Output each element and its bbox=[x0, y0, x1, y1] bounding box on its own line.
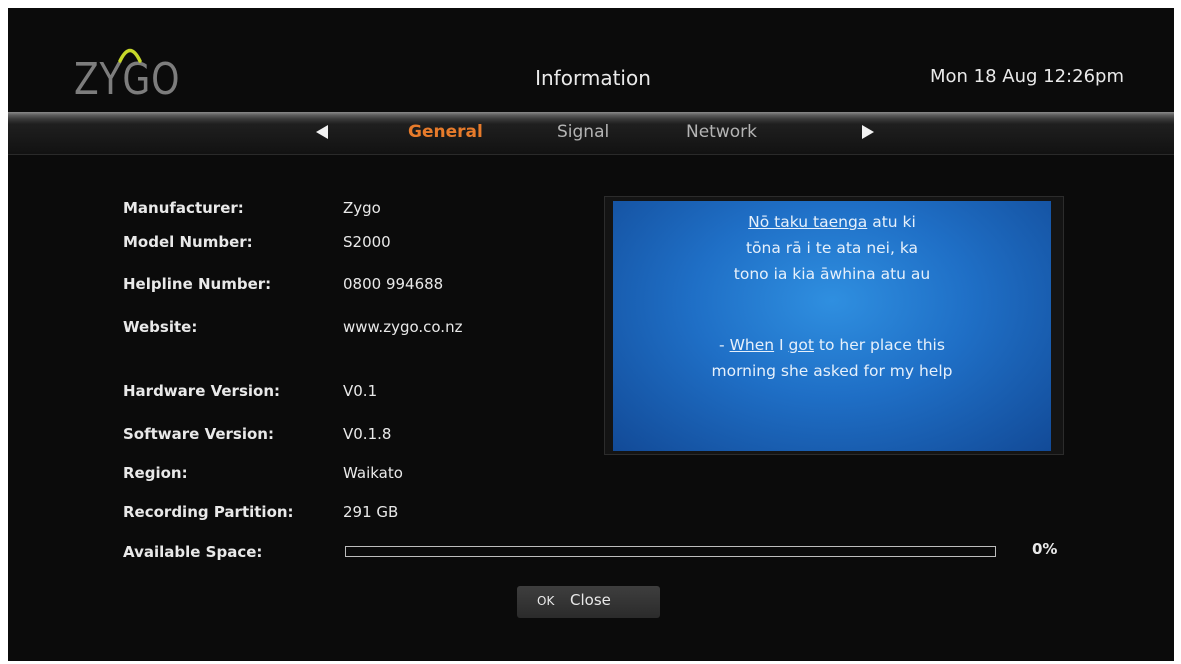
ok-key-label: OK bbox=[537, 594, 555, 608]
manufacturer-value: Zygo bbox=[343, 199, 381, 217]
video-preview-frame: Nō taku taenga atu ki tōna rā i te ata n… bbox=[604, 196, 1064, 455]
available-space-progress-bar bbox=[345, 546, 996, 557]
english-caption-line-2: morning she asked for my help bbox=[711, 362, 953, 380]
region-row: Region: Waikato bbox=[123, 464, 543, 488]
tab-general[interactable]: General bbox=[408, 122, 483, 142]
available-space-percent: 0% bbox=[1032, 540, 1058, 558]
recording-partition-value: 291 GB bbox=[343, 503, 399, 521]
software-version-value: V0.1.8 bbox=[343, 425, 392, 443]
recording-partition-row: Recording Partition: 291 GB bbox=[123, 503, 543, 527]
website-label: Website: bbox=[123, 318, 198, 336]
manufacturer-label: Manufacturer: bbox=[123, 199, 244, 217]
information-screen: ZYGO Information Mon 18 Aug 12:26pm Gene… bbox=[8, 8, 1174, 661]
model-number-row: Model Number: S2000 bbox=[123, 233, 543, 257]
software-version-row: Software Version: V0.1.8 bbox=[123, 425, 543, 449]
helpline-number-value: 0800 994688 bbox=[343, 275, 444, 293]
maori-caption-line-2: tōna rā i te ata nei, ka bbox=[745, 239, 919, 257]
tab-network[interactable]: Network bbox=[686, 122, 757, 142]
manufacturer-row: Manufacturer: Zygo bbox=[123, 199, 543, 223]
caption-text: to her place this bbox=[813, 336, 945, 354]
software-version-label: Software Version: bbox=[123, 425, 274, 443]
maori-caption: Nō taku taenga atu ki tōna rā i te ata n… bbox=[613, 209, 1051, 287]
clock: Mon 18 Aug 12:26pm bbox=[929, 66, 1124, 87]
helpline-number-label: Helpline Number: bbox=[123, 275, 272, 293]
maori-caption-underlined: Nō taku taenga bbox=[748, 213, 868, 231]
tab-bar: General Signal Network bbox=[8, 112, 1174, 155]
hardware-version-label: Hardware Version: bbox=[123, 382, 280, 400]
caption-word-when: When bbox=[729, 336, 775, 354]
region-value: Waikato bbox=[343, 464, 403, 482]
model-number-label: Model Number: bbox=[123, 233, 253, 251]
maori-caption-line-3: tono ia kia āwhina atu au bbox=[733, 265, 931, 283]
close-button-label: Close bbox=[570, 591, 611, 609]
available-space-label: Available Space: bbox=[123, 543, 263, 561]
recording-partition-label: Recording Partition: bbox=[123, 503, 294, 521]
zygo-logo: ZYGO bbox=[74, 40, 214, 110]
english-caption: - When I got to her place this morning s… bbox=[613, 332, 1051, 384]
region-label: Region: bbox=[123, 464, 188, 482]
caption-word-got: got bbox=[788, 336, 814, 354]
maori-caption-text: atu ki bbox=[867, 213, 916, 231]
hardware-version-row: Hardware Version: V0.1 bbox=[123, 382, 543, 406]
caption-dash: - bbox=[719, 336, 730, 354]
logo-arc-icon bbox=[118, 48, 142, 63]
website-row: Website: www.zygo.co.nz bbox=[123, 318, 543, 342]
video-preview: Nō taku taenga atu ki tōna rā i te ata n… bbox=[613, 201, 1051, 451]
hardware-version-value: V0.1 bbox=[343, 382, 378, 400]
helpline-number-row: Helpline Number: 0800 994688 bbox=[123, 275, 543, 299]
caption-word-i: I bbox=[779, 336, 784, 354]
triangle-left-icon[interactable] bbox=[316, 125, 328, 139]
page-title: Information bbox=[535, 66, 651, 90]
close-button[interactable]: OK Close bbox=[517, 586, 660, 618]
triangle-right-icon[interactable] bbox=[862, 125, 874, 139]
website-value: www.zygo.co.nz bbox=[343, 318, 463, 336]
model-number-value: S2000 bbox=[343, 233, 391, 251]
tab-signal[interactable]: Signal bbox=[557, 122, 609, 142]
